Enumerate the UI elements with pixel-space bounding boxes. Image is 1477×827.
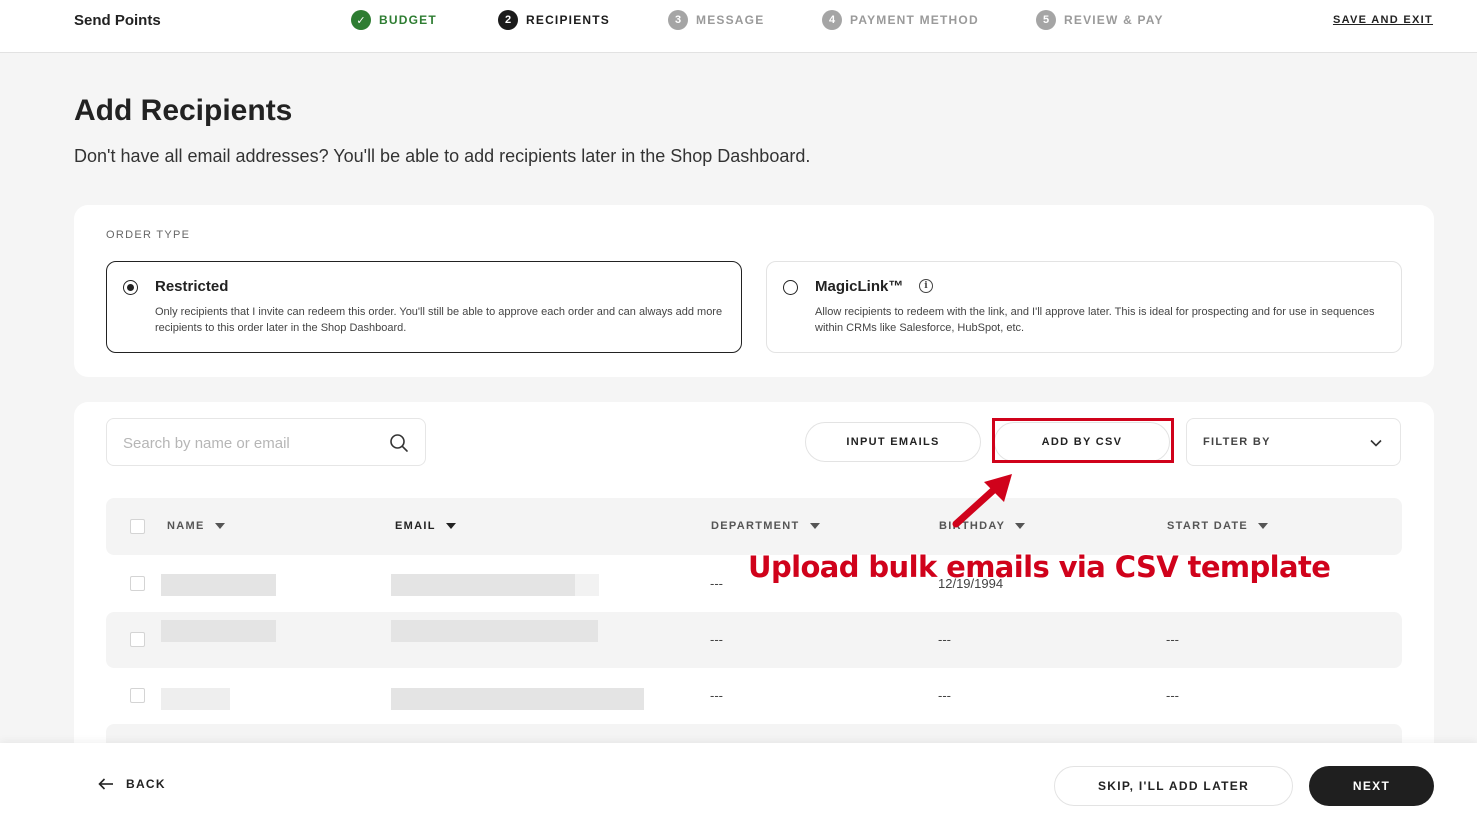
order-type-card: ORDER TYPE Restricted Only recipients th… xyxy=(74,205,1434,377)
row-checkbox[interactable] xyxy=(130,576,145,591)
column-label: NAME xyxy=(167,520,205,532)
birthday-cell: --- xyxy=(938,688,951,703)
step-number: 4 xyxy=(822,10,842,30)
app-title: Send Points xyxy=(74,12,161,29)
column-start-date[interactable]: START DATE xyxy=(1167,520,1269,532)
step-review-pay[interactable]: 5 REVIEW & PAY xyxy=(1036,10,1164,30)
redacted-name xyxy=(161,620,276,642)
check-icon: ✓ xyxy=(351,10,371,30)
input-emails-button[interactable]: INPUT EMAILS xyxy=(805,422,981,462)
option-title: Restricted xyxy=(155,278,229,295)
radio-unselected[interactable] xyxy=(783,280,798,295)
redacted-email xyxy=(391,688,644,710)
sort-caret-icon xyxy=(1258,523,1269,529)
table-header: NAME EMAIL DEPARTMENT BIRTHDAY START DAT… xyxy=(106,498,1402,555)
filter-by-dropdown[interactable]: FILTER BY xyxy=(1186,418,1401,466)
sort-caret-icon xyxy=(214,523,225,529)
recipients-card: INPUT EMAILS ADD BY CSV FILTER BY NAME E… xyxy=(74,402,1434,782)
column-label: START DATE xyxy=(1167,520,1249,532)
department-cell: --- xyxy=(710,688,723,703)
back-label: BACK xyxy=(126,777,166,791)
skip-add-later-button[interactable]: SKIP, I'LL ADD LATER xyxy=(1054,766,1293,806)
step-number: 5 xyxy=(1036,10,1056,30)
column-department[interactable]: DEPARTMENT xyxy=(711,520,820,532)
save-and-exit-link[interactable]: SAVE AND EXIT xyxy=(1333,14,1433,26)
step-recipients[interactable]: 2 RECIPIENTS xyxy=(498,10,610,30)
step-label: PAYMENT METHOD xyxy=(850,13,979,27)
start-date-cell: --- xyxy=(1166,632,1179,647)
redacted-email xyxy=(391,620,598,642)
redacted-name xyxy=(161,574,276,596)
row-checkbox[interactable] xyxy=(130,688,145,703)
bottom-bar: BACK SKIP, I'LL ADD LATER NEXT xyxy=(0,743,1477,827)
top-bar: Send Points ✓ BUDGET 2 RECIPIENTS 3 MESS… xyxy=(0,0,1477,53)
step-number: 2 xyxy=(498,10,518,30)
step-label: MESSAGE xyxy=(696,13,765,27)
table-row[interactable]: --- --- --- xyxy=(106,668,1402,724)
redacted-email xyxy=(575,574,599,596)
search-icon[interactable] xyxy=(389,433,409,453)
option-description: Only recipients that I invite can redeem… xyxy=(155,306,723,334)
department-cell: --- xyxy=(710,632,723,647)
step-label: REVIEW & PAY xyxy=(1064,13,1164,27)
sort-caret-icon xyxy=(809,523,820,529)
step-budget[interactable]: ✓ BUDGET xyxy=(351,10,437,30)
page-subtitle: Don't have all email addresses? You'll b… xyxy=(74,146,811,166)
info-icon[interactable]: i xyxy=(919,279,933,293)
annotation-text: Upload bulk emails via CSV template xyxy=(748,550,1331,584)
order-option-magiclink[interactable]: MagicLink™ i Allow recipients to redeem … xyxy=(766,261,1402,353)
next-button[interactable]: NEXT xyxy=(1309,766,1434,806)
radio-selected[interactable] xyxy=(123,280,138,295)
start-date-cell: --- xyxy=(1166,688,1179,703)
table-row[interactable]: --- --- --- xyxy=(106,612,1402,668)
step-label: RECIPIENTS xyxy=(526,13,611,27)
birthday-cell: --- xyxy=(938,632,951,647)
step-message[interactable]: 3 MESSAGE xyxy=(668,10,764,30)
add-by-csv-button[interactable]: ADD BY CSV xyxy=(994,422,1170,462)
department-cell: --- xyxy=(710,576,723,591)
order-type-label: ORDER TYPE xyxy=(106,229,191,241)
select-all-checkbox[interactable] xyxy=(130,519,145,534)
search-box[interactable] xyxy=(106,418,426,466)
option-title: MagicLink™ xyxy=(815,278,904,295)
back-button[interactable]: BACK xyxy=(98,777,166,791)
option-description: Allow recipients to redeem with the link… xyxy=(815,306,1375,334)
redacted-name xyxy=(161,688,230,710)
search-input[interactable] xyxy=(123,431,373,455)
column-label: DEPARTMENT xyxy=(711,520,800,532)
sort-caret-icon xyxy=(445,523,456,529)
column-email[interactable]: EMAIL xyxy=(395,520,456,532)
filter-by-label: FILTER BY xyxy=(1203,436,1271,448)
column-name[interactable]: NAME xyxy=(167,520,225,532)
column-label: EMAIL xyxy=(395,520,436,532)
row-checkbox[interactable] xyxy=(130,632,145,647)
step-payment-method[interactable]: 4 PAYMENT METHOD xyxy=(822,10,979,30)
chevron-down-icon xyxy=(1370,439,1382,447)
step-label: BUDGET xyxy=(379,13,437,27)
page-title: Add Recipients xyxy=(74,94,293,127)
redacted-email xyxy=(391,574,575,596)
order-option-restricted[interactable]: Restricted Only recipients that I invite… xyxy=(106,261,742,353)
step-number: 3 xyxy=(668,10,688,30)
arrow-left-icon xyxy=(98,778,113,790)
annotation-arrow-icon xyxy=(952,474,1012,528)
